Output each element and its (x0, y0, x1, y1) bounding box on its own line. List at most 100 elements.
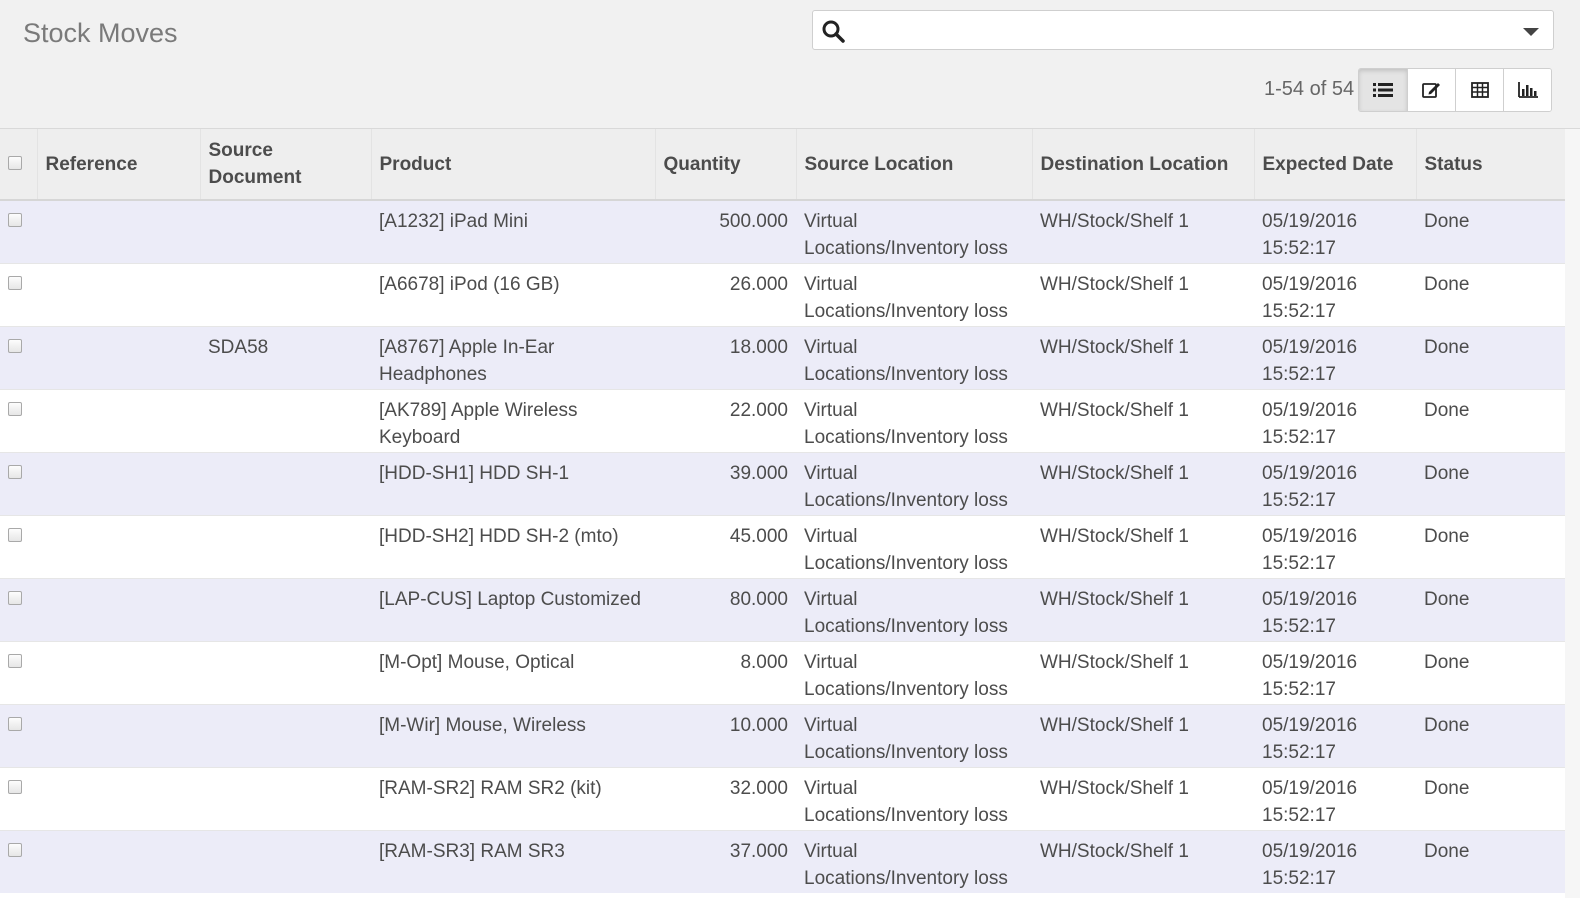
select-all-cell (0, 129, 37, 201)
cell-status: Done (1416, 767, 1565, 831)
cell-source-document (200, 263, 371, 327)
table-row[interactable]: [HDD-SH2] HDD SH-2 (mto) 45.000 Virtual Lo… (0, 515, 1565, 579)
cell-quantity: 45.000 (655, 515, 796, 579)
cell-destination-location: WH/Stock/Shelf 1 (1032, 830, 1254, 893)
table-row[interactable]: [RAM-SR3] RAM SR3 37.000 Virtual Locations… (0, 830, 1565, 893)
graph-view-button[interactable] (1503, 69, 1551, 111)
cell-product: [HDD-SH2] HDD SH-2 (mto) (371, 515, 655, 579)
cell-product: [HDD-SH1] HDD SH-1 (371, 452, 655, 516)
row-checkbox[interactable] (8, 843, 22, 857)
cell-source-document (200, 452, 371, 516)
table-row[interactable]: [HDD-SH1] HDD SH-1 39.000 Virtual Location… (0, 452, 1565, 516)
table-row[interactable]: [AK789] Apple Wireless Keyboard 22.000 Vir… (0, 389, 1565, 453)
row-checkbox[interactable] (8, 213, 22, 227)
table-row[interactable]: SDA58 [A8767] Apple In-Ear Headphones 18.0… (0, 326, 1565, 390)
row-checkbox[interactable] (8, 276, 22, 290)
cell-product: [AK789] Apple Wireless Keyboard (371, 389, 655, 453)
table-icon (1470, 82, 1489, 98)
cell-source-location: Virtual Locations/Inventory loss (796, 515, 1032, 579)
column-header-quantity[interactable]: Quantity (654, 129, 796, 201)
pager-value[interactable]: 1-54 of 54 (1264, 78, 1354, 101)
cell-source-location: Virtual Locations/Inventory loss (796, 578, 1032, 642)
cell-status: Done (1416, 641, 1565, 705)
row-select-cell (0, 326, 37, 390)
cell-status: Done (1416, 326, 1565, 390)
cell-source-document (200, 641, 371, 705)
cell-destination-location: WH/Stock/Shelf 1 (1032, 767, 1254, 831)
table-row[interactable]: [RAM-SR2] RAM SR2 (kit) 32.000 Virtual Loc… (0, 767, 1565, 831)
table-header-row: Reference Source Document Product Quanti… (0, 129, 1565, 201)
column-header-source-location[interactable]: Source Location (795, 129, 1032, 201)
cell-expected-date: 05/19/2016 15:52:17 (1254, 389, 1416, 453)
row-checkbox[interactable] (8, 528, 22, 542)
table-row[interactable]: [M-Opt] Mouse, Optical 8.000 Virtual Locat… (0, 641, 1565, 705)
cell-source-location: Virtual Locations/Inventory loss (796, 199, 1032, 264)
row-select-cell (0, 452, 37, 516)
cell-reference (37, 641, 200, 705)
row-checkbox[interactable] (8, 402, 22, 416)
cell-destination-location: WH/Stock/Shelf 1 (1032, 704, 1254, 768)
cell-expected-date: 05/19/2016 15:52:17 (1254, 767, 1416, 831)
chevron-down-icon[interactable] (1523, 28, 1539, 36)
row-select-cell (0, 199, 37, 264)
row-select-cell (0, 263, 37, 327)
row-select-cell (0, 830, 37, 893)
cell-quantity: 10.000 (655, 704, 796, 768)
column-header-source-document[interactable]: Source Document (199, 129, 371, 201)
row-checkbox[interactable] (8, 654, 22, 668)
search-input[interactable] (855, 15, 1499, 47)
cell-source-location: Virtual Locations/Inventory loss (796, 641, 1032, 705)
cell-expected-date: 05/19/2016 15:52:17 (1254, 326, 1416, 390)
cell-source-document (200, 767, 371, 831)
cell-source-location: Virtual Locations/Inventory loss (796, 326, 1032, 390)
cell-destination-location: WH/Stock/Shelf 1 (1032, 452, 1254, 516)
cell-quantity: 22.000 (655, 389, 796, 453)
cell-product: [M-Wir] Mouse, Wireless (371, 704, 655, 768)
cell-expected-date: 05/19/2016 15:52:17 (1254, 578, 1416, 642)
row-checkbox[interactable] (8, 591, 22, 605)
cell-source-document: SDA58 (200, 326, 371, 390)
scrollbar[interactable] (1565, 129, 1580, 898)
table-row[interactable]: [LAP-CUS] Laptop Customized 80.000 Virtual… (0, 578, 1565, 642)
cell-reference (37, 515, 200, 579)
cell-source-document (200, 515, 371, 579)
pivot-view-button[interactable] (1455, 69, 1503, 111)
row-checkbox[interactable] (8, 780, 22, 794)
row-checkbox[interactable] (8, 717, 22, 731)
cell-product: [RAM-SR3] RAM SR3 (371, 830, 655, 893)
row-checkbox[interactable] (8, 339, 22, 353)
cell-reference (37, 767, 200, 831)
column-header-status[interactable]: Status (1415, 129, 1565, 201)
cell-quantity: 39.000 (655, 452, 796, 516)
column-header-reference[interactable]: Reference (36, 129, 200, 201)
list-view-button[interactable] (1359, 69, 1407, 111)
row-select-cell (0, 767, 37, 831)
select-all-checkbox[interactable] (8, 155, 22, 170)
row-select-cell (0, 704, 37, 768)
cell-destination-location: WH/Stock/Shelf 1 (1032, 641, 1254, 705)
view-switcher (1358, 68, 1552, 112)
table-row[interactable]: [A1232] iPad Mini 500.000 Virtual Location… (0, 199, 1565, 264)
cell-product: [A1232] iPad Mini (371, 199, 655, 264)
column-header-expected-date[interactable]: Expected Date (1253, 129, 1416, 201)
table-row[interactable]: [M-Wir] Mouse, Wireless 10.000 Virtual Loc… (0, 704, 1565, 768)
row-checkbox[interactable] (8, 465, 22, 479)
cell-product: [A8767] Apple In-Ear Headphones (371, 326, 655, 390)
column-header-product[interactable]: Product (370, 129, 655, 201)
cell-status: Done (1416, 389, 1565, 453)
cell-source-location: Virtual Locations/Inventory loss (796, 767, 1032, 831)
list-icon (1373, 83, 1393, 97)
column-header-destination-location[interactable]: Destination Location (1031, 129, 1254, 201)
cell-source-document (200, 389, 371, 453)
row-select-cell (0, 641, 37, 705)
search-box[interactable] (812, 10, 1554, 50)
table-row[interactable]: [A6678] iPod (16 GB) 26.000 Virtual Locati… (0, 263, 1565, 327)
cell-quantity: 80.000 (655, 578, 796, 642)
cell-status: Done (1416, 199, 1565, 264)
cell-reference (37, 263, 200, 327)
cell-expected-date: 05/19/2016 15:52:17 (1254, 263, 1416, 327)
cell-quantity: 8.000 (655, 641, 796, 705)
form-view-button[interactable] (1407, 69, 1455, 111)
cell-destination-location: WH/Stock/Shelf 1 (1032, 199, 1254, 264)
cell-destination-location: WH/Stock/Shelf 1 (1032, 515, 1254, 579)
